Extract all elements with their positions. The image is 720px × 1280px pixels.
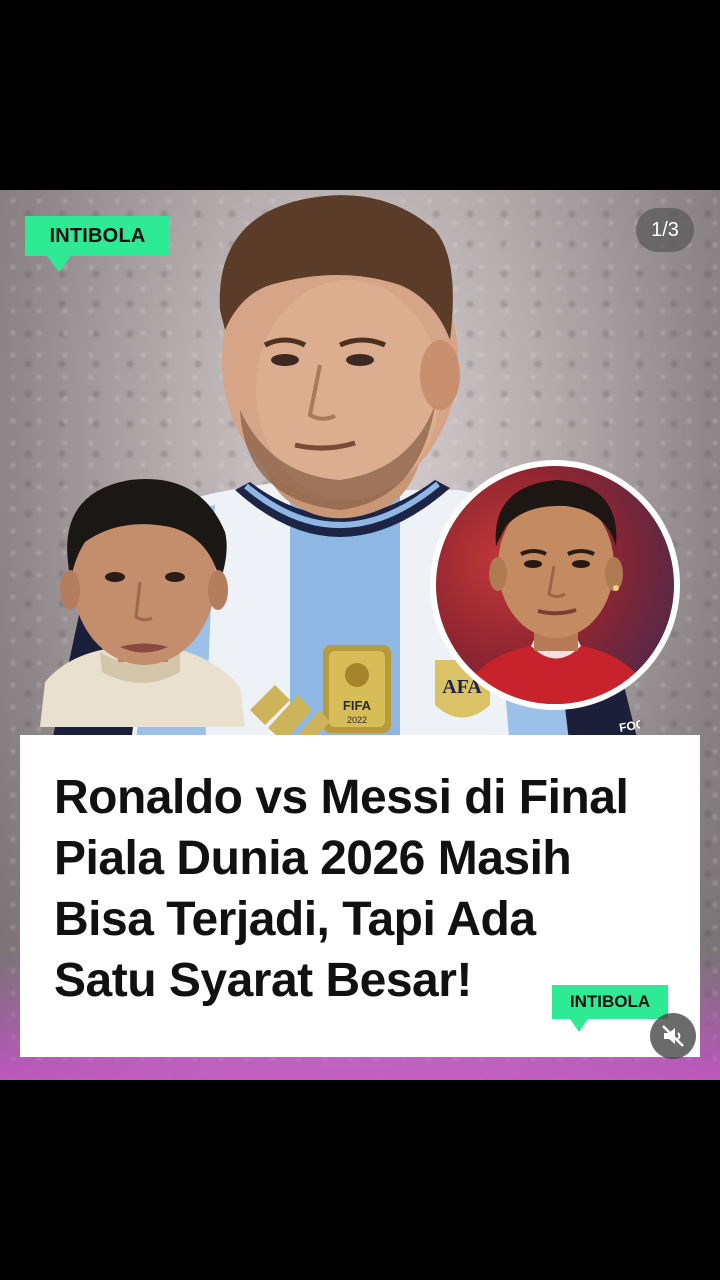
brand-tag: INTIBOLA (25, 216, 170, 272)
headline-card: Ronaldo vs Messi di Final Piala Dunia 20… (20, 735, 700, 1057)
badge-label: FIFA (343, 698, 372, 713)
mute-button[interactable] (650, 1013, 696, 1059)
reactor-video-overlay (40, 479, 245, 727)
headline-text: Ronaldo vs Messi di Final Piala Dunia 20… (54, 771, 629, 1007)
ronaldo-portrait (456, 480, 656, 704)
slide-counter: 1/3 (636, 208, 694, 252)
post-image[interactable]: FIFA 2022 AFA FOOTB INTIBOLA 1/3 Ronaldo… (0, 190, 720, 1080)
brand-tag-bottom: INTIBOLA (552, 985, 668, 1032)
ronaldo-inset-photo (430, 460, 680, 710)
speaker-muted-icon (662, 1025, 684, 1047)
badge-year: 2022 (347, 715, 367, 725)
